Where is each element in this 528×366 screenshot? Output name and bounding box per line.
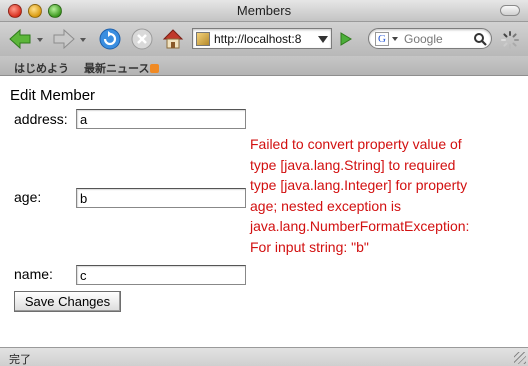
bookmark-getting-started[interactable]: はじめよう [14,60,69,76]
back-button[interactable] [6,26,36,52]
page-content: Edit Member address: age: name: Failed t… [0,77,528,347]
home-button[interactable] [160,26,186,52]
forward-button[interactable] [48,26,78,52]
search-placeholder: Google [404,31,443,46]
forward-history-dropdown-icon[interactable] [80,38,86,42]
error-line: For input string: "b" [250,238,369,255]
window-title: Members [236,3,292,18]
name-label: name: [14,266,53,282]
address-bar[interactable]: http://localhost:8 [192,28,332,49]
error-line: type [java.lang.String] to required [250,156,456,173]
url-text: http://localhost:8 [214,31,302,46]
back-history-dropdown-icon[interactable] [37,38,43,42]
reload-icon [99,28,121,50]
status-text: 完了 [9,354,31,366]
loading-spinner-icon [501,31,519,49]
stop-button[interactable] [129,26,155,52]
search-box[interactable]: G Google [368,28,492,49]
go-arrow-icon [340,32,352,46]
search-engine-dropdown-icon[interactable] [392,36,398,41]
error-line: age; nested exception is [250,197,401,214]
error-line: java.lang.NumberFormatException: [250,218,470,234]
bookmark-label: 最新ニュース [84,63,150,75]
address-label: address: [14,111,68,127]
stop-icon [131,28,153,50]
back-arrow-icon [9,28,31,50]
forward-arrow-icon [53,28,75,50]
status-bar: 完了 [0,347,528,366]
error-line: Failed to convert property value of [250,136,462,152]
error-line: type [java.lang.Integer] for property [250,177,468,193]
browser-window: Members http://localhost:8 G Google はじめよ… [0,0,528,366]
home-icon [162,29,184,49]
site-favicon-icon [196,31,210,46]
bookmarks-bar: はじめよう 最新ニュース [0,56,528,76]
page-heading: Edit Member [10,87,96,104]
title-bar: Members [0,0,528,22]
name-input[interactable] [76,265,246,285]
resize-grip-icon[interactable] [514,352,526,364]
age-input[interactable] [76,188,246,208]
age-error-message: Failed to convert property value of type… [250,134,520,257]
rss-feed-icon [150,64,160,73]
search-engine-icon[interactable]: G [375,31,389,46]
age-label: age: [14,189,42,205]
go-button[interactable] [337,30,355,48]
url-history-dropdown-icon[interactable] [318,36,328,43]
search-icon[interactable] [473,32,487,46]
bookmark-latest-news[interactable]: 最新ニュース [84,60,160,76]
toolbar-toggle-button[interactable] [500,5,520,16]
reload-button[interactable] [97,26,123,52]
save-changes-button[interactable]: Save Changes [14,291,121,312]
address-input[interactable] [76,109,246,129]
